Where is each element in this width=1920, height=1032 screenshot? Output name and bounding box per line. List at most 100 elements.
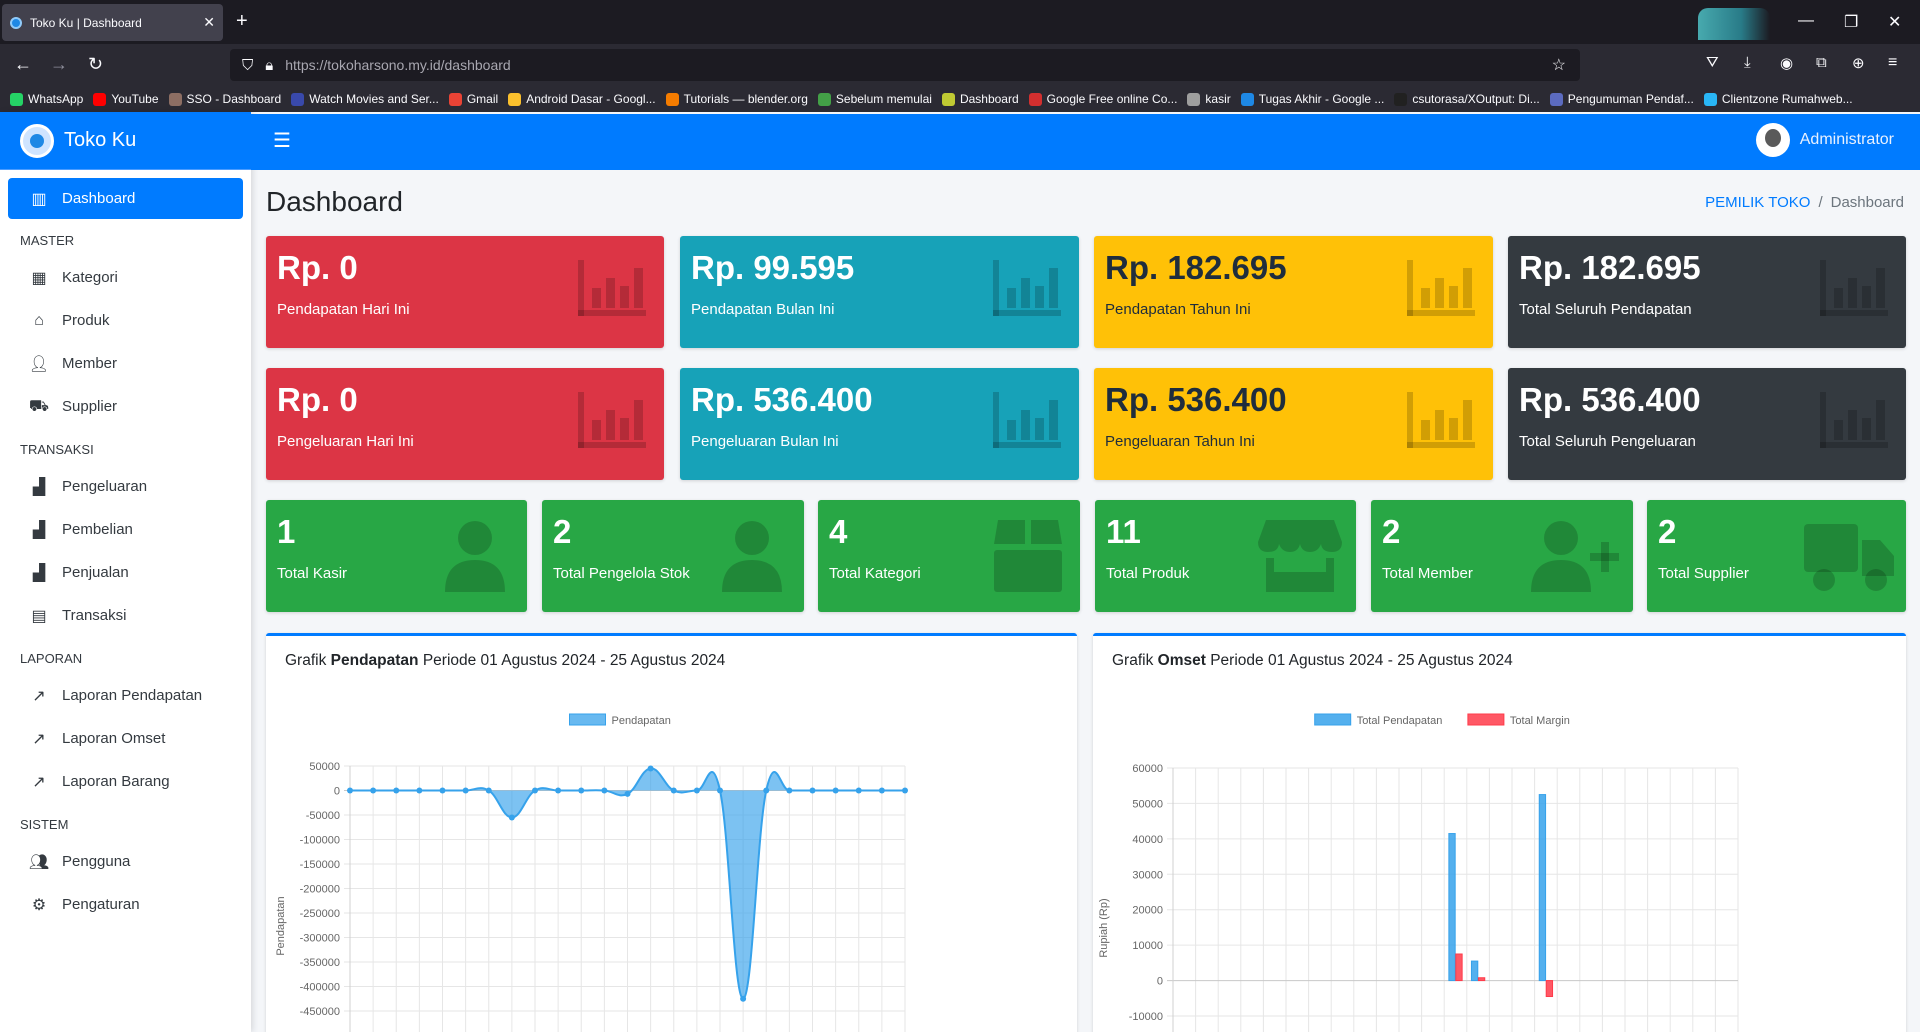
sidebar-item-pengeluaran[interactable]: ▟ Pengeluaran — [8, 465, 243, 508]
bookmark-item[interactable]: YouTube — [93, 92, 159, 106]
bookmark-item[interactable]: Dashboard — [941, 92, 1019, 106]
chart-bar-icon: ▟ — [32, 478, 46, 496]
bookmark-item[interactable]: Watch Movies and Ser... — [291, 92, 439, 106]
url-bar[interactable]: ⛉ 🔒︎ https://tokoharsono.my.id/dashboard… — [230, 49, 1580, 81]
bar — [1448, 833, 1456, 982]
window-close-icon[interactable]: ✕ — [1888, 12, 1901, 32]
minimize-icon[interactable]: — — [1798, 12, 1814, 30]
sidebar-toggle-icon[interactable]: ☰ — [273, 128, 291, 153]
bookmark-item[interactable]: Tutorials — blender.org — [665, 92, 808, 106]
user-menu[interactable]: Administrator — [1755, 123, 1894, 157]
bookmark-favicon-icon — [1703, 92, 1717, 106]
y-tick-label: 40000 — [1132, 834, 1163, 846]
restore-icon[interactable]: ❐ — [1844, 12, 1858, 32]
sidebar-item-pengguna[interactable]: 👥︎ Pengguna — [8, 840, 243, 883]
avatar — [1755, 123, 1790, 157]
stat-label: Total Supplier — [1658, 565, 1749, 582]
sidebar-item-laporan-pendapatan[interactable]: ↗ Laporan Pendapatan — [8, 674, 243, 717]
breadcrumb-link[interactable]: PEMILIK TOKO — [1705, 194, 1810, 211]
stat-value: Rp. 182.695 — [1105, 249, 1287, 286]
bookmark-label: WhatsApp — [28, 92, 84, 106]
top-navbar: ☰ Administrator — [251, 114, 1920, 170]
chart-line-icon: ↗ — [32, 687, 46, 705]
bookmark-item[interactable]: Tugas Akhir - Google ... — [1240, 92, 1385, 106]
reload-icon[interactable]: ↻ — [88, 54, 103, 75]
bookmark-favicon-icon — [93, 92, 107, 106]
forward-icon[interactable]: → — [50, 54, 68, 75]
sidebar-item-laporan-omset[interactable]: ↗ Laporan Omset — [8, 717, 243, 760]
y-tick-label: 0 — [1157, 976, 1163, 988]
legend-swatch — [569, 713, 606, 726]
store-icon — [1258, 520, 1342, 592]
chart-line-icon: ↗ — [32, 730, 46, 748]
stat-value: 11 — [1106, 513, 1141, 550]
sidebar-item-transaksi[interactable]: ▤ Transaksi — [8, 594, 243, 637]
globe-icon[interactable]: ⊕ — [1852, 54, 1865, 72]
bookmark-label: Tugas Akhir - Google ... — [1258, 92, 1385, 106]
data-point — [393, 787, 400, 794]
sidebar-item-supplier[interactable]: ⛟ Supplier — [8, 385, 243, 428]
card-title: Grafik Omset Periode 01 Agustus 2024 - 2… — [1112, 652, 1513, 669]
stat-box-pengeluaran-bulan: Rp. 536.400 Pengeluaran Bulan Ini — [680, 368, 1079, 480]
stat-box-total-supplier: 2 Total Supplier — [1647, 500, 1906, 612]
sidebar-item-laporan-barang[interactable]: ↗ Laporan Barang — [8, 760, 243, 803]
menu-icon[interactable]: ≡ — [1888, 54, 1897, 72]
chart-bar-icon — [1820, 260, 1888, 316]
user-icon — [445, 521, 505, 592]
stat-value: 2 — [1382, 513, 1401, 550]
bookmark-item[interactable]: Google Free online Co... — [1028, 92, 1177, 106]
lock-icon[interactable]: 🔒︎ — [265, 57, 273, 74]
sidebar-item-dashboard[interactable]: ▥ Dashboard — [8, 178, 243, 219]
bookmark-item[interactable]: kasir — [1187, 92, 1231, 106]
tab-close-icon[interactable]: ✕ — [203, 14, 215, 31]
data-point — [717, 787, 723, 794]
bookmark-star-icon[interactable]: ☆ — [1552, 55, 1566, 75]
extensions-icon[interactable]: ⧉ — [1816, 54, 1827, 71]
bookmark-label: Sebelum memulai — [835, 92, 932, 106]
bar — [1538, 794, 1547, 982]
bookmark-item[interactable]: csutorasa/XOutput: Di... — [1394, 92, 1540, 106]
pocket-icon[interactable]: ⛛ — [1706, 54, 1719, 71]
legend-swatch — [1314, 713, 1352, 726]
sidebar-item-pembelian[interactable]: ▟ Pembelian — [8, 508, 243, 551]
bookmark-item[interactable]: Gmail — [448, 92, 498, 106]
sidebar-menu: ▥ Dashboard MASTER ▦ Kategori ⌂ Produk 👤… — [0, 170, 251, 934]
sidebar-item-penjualan[interactable]: ▟ Penjualan — [8, 551, 243, 594]
data-point — [647, 765, 654, 772]
download-icon[interactable]: ⤓ — [1744, 54, 1751, 71]
stat-label: Pendapatan Bulan Ini — [691, 301, 835, 318]
bookmark-item[interactable]: SSO - Dashboard — [168, 92, 281, 106]
boxes-icon: ▦ — [31, 269, 47, 287]
stat-box-total-member: 2 Total Member — [1371, 500, 1633, 612]
bookmark-item[interactable]: Pengumuman Pendaf... — [1549, 92, 1694, 106]
account-icon[interactable]: ◉ — [1780, 54, 1793, 72]
browser-tab[interactable]: Toko Ku | Dashboard ✕ — [2, 4, 223, 41]
sidebar-item-kategori[interactable]: ▦ Kategori — [8, 256, 243, 299]
chart-bar-icon: ▟ — [32, 521, 46, 539]
url-text[interactable]: https://tokoharsono.my.id/dashboard — [285, 57, 510, 73]
data-point — [555, 787, 562, 794]
bar — [1470, 960, 1479, 982]
shield-icon[interactable]: ⛉ — [242, 57, 253, 74]
sidebar-item-pengaturan[interactable]: ⚙ Pengaturan — [8, 883, 243, 926]
new-tab-icon[interactable]: + — [236, 10, 248, 33]
y-tick-label: -200000 — [300, 884, 340, 896]
bookmark-item[interactable]: Sebelum memulai — [817, 92, 932, 106]
bookmark-item[interactable]: WhatsApp — [10, 92, 83, 106]
bookmark-item[interactable]: Clientzone Rumahweb... — [1703, 92, 1853, 106]
sidebar-item-produk[interactable]: ⌂ Produk — [8, 299, 243, 342]
user-plus-icon — [1531, 521, 1619, 592]
y-axis-label: Rupiah (Rp) — [1098, 898, 1110, 957]
truck-icon — [1804, 524, 1894, 591]
users-icon: 👥︎ — [28, 853, 50, 871]
bookmark-item[interactable]: Android Dasar - Googl... — [508, 92, 656, 106]
bookmark-label: YouTube — [111, 92, 159, 106]
sidebar-item-member[interactable]: 👤︎ Member — [8, 342, 243, 385]
omset-chart: Total Pendapatan Total Margin 60000 50000 40… — [1098, 713, 1739, 1032]
stat-value: Rp. 536.400 — [1519, 381, 1701, 418]
data-point — [670, 787, 677, 794]
stat-box-total-produk: 11 Total Produk — [1095, 500, 1356, 612]
chart-bar-icon — [578, 260, 646, 316]
back-icon[interactable]: ← — [14, 54, 32, 75]
brand-link[interactable]: Toko Ku — [0, 112, 251, 170]
